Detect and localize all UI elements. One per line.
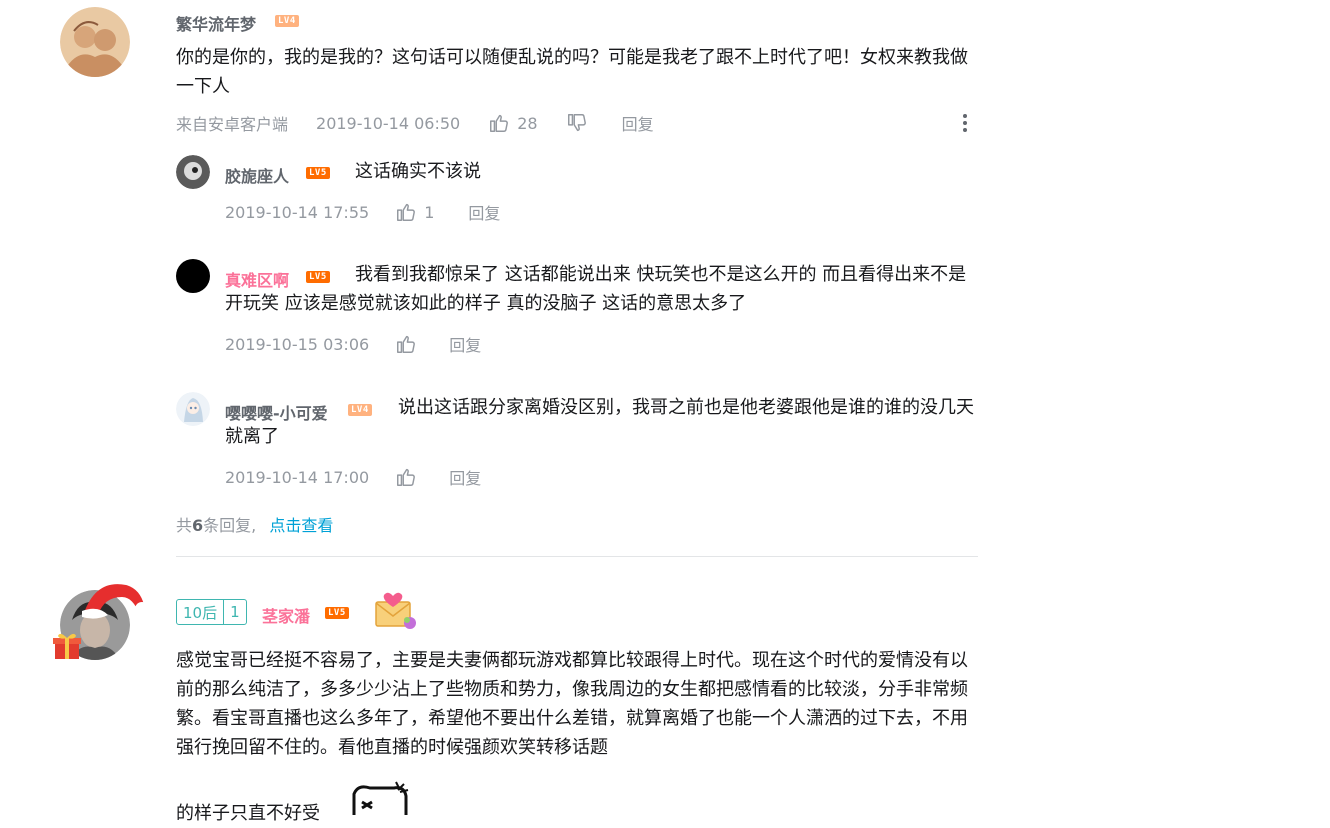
comment-meta: 来自安卓客户端 2019-10-14 06:50 28 回复 xyxy=(176,111,654,135)
username[interactable]: 繁华流年梦 xyxy=(176,11,256,35)
like-button[interactable]: 1 xyxy=(395,201,434,223)
reply-button[interactable]: 回复 xyxy=(622,111,654,135)
comment-text-continued: 的样子只直不好受 xyxy=(176,803,320,824)
avatar[interactable] xyxy=(176,392,210,426)
view-replies-link[interactable]: 点击查看 xyxy=(269,516,333,535)
reply-count: 6 xyxy=(192,516,204,535)
level-badge: LV5 xyxy=(325,607,349,619)
reply-text: 这话确实不该说 xyxy=(355,161,481,182)
sticker-emoji-icon xyxy=(352,781,409,815)
avatar[interactable] xyxy=(60,7,130,77)
thumbs-up-icon xyxy=(397,203,416,221)
santa-hat-icon xyxy=(82,584,149,619)
like-count: 28 xyxy=(517,113,538,133)
summary-prefix: 共 xyxy=(176,516,193,535)
reply-button[interactable]: 回复 xyxy=(449,332,481,356)
like-button[interactable] xyxy=(395,466,417,488)
like-count: 1 xyxy=(424,202,435,222)
reply-text: 说出这话跟分家离婚没区别，我哥之前也是他老婆跟他是谁的谁的没几天就离了 xyxy=(225,397,974,447)
dislike-button[interactable] xyxy=(566,112,588,134)
timestamp: 2019-10-15 03:06 xyxy=(225,334,370,354)
comment-text: 你的是你的，我的是我的？这句话可以随便乱说的吗？可能是我老了跟不上时代了吧！女权… xyxy=(176,47,968,97)
gift-box-icon xyxy=(53,633,81,659)
reply-meta: 2019-10-15 03:06 回复 xyxy=(225,332,481,356)
replies-summary: 共6条回复, 点击查看 xyxy=(176,512,333,536)
summary-suffix: 条回复, xyxy=(203,516,257,535)
username[interactable]: 茎家潘 xyxy=(262,603,310,627)
thumbs-down-icon xyxy=(567,114,586,132)
reply-meta: 2019-10-14 17:55 1 回复 xyxy=(225,200,500,224)
reply-button[interactable]: 回复 xyxy=(449,465,481,489)
thumbs-up-icon xyxy=(490,114,509,132)
reply-meta: 2019-10-14 17:00 回复 xyxy=(225,465,481,489)
divider xyxy=(176,556,978,557)
thumbs-up-icon xyxy=(397,468,416,486)
comment-text: 感觉宝哥已经挺不容易了，主要是夫妻俩都玩游戏都算比较跟得上时代。现在这个时代的爱… xyxy=(176,650,968,758)
tag-label: 10后 xyxy=(183,603,218,622)
reply-text: 我看到我都惊呆了 这话都能说出来 快玩笑也不是这么开的 而且看得出来不是开玩笑 … xyxy=(225,264,967,314)
level-badge: LV5 xyxy=(306,167,330,179)
avatar[interactable] xyxy=(176,155,210,189)
level-badge: LV4 xyxy=(275,15,299,27)
user-tag[interactable]: 10后 1 xyxy=(176,599,247,625)
avatar[interactable] xyxy=(176,259,210,293)
timestamp: 2019-10-14 06:50 xyxy=(316,113,461,133)
like-button[interactable]: 28 xyxy=(488,112,538,134)
tag-value: 1 xyxy=(223,600,246,624)
source-label: 来自安卓客户端 xyxy=(176,115,289,134)
love-letter-icon xyxy=(375,592,416,629)
more-options-icon[interactable] xyxy=(955,112,975,134)
reply-button[interactable]: 回复 xyxy=(468,200,500,224)
timestamp: 2019-10-14 17:00 xyxy=(225,467,370,487)
username[interactable]: 胶旎座人 xyxy=(225,163,289,187)
thumbs-up-icon xyxy=(397,335,416,353)
like-button[interactable] xyxy=(395,333,417,355)
avatar-with-pendant[interactable] xyxy=(52,575,152,665)
timestamp: 2019-10-14 17:55 xyxy=(225,202,370,222)
